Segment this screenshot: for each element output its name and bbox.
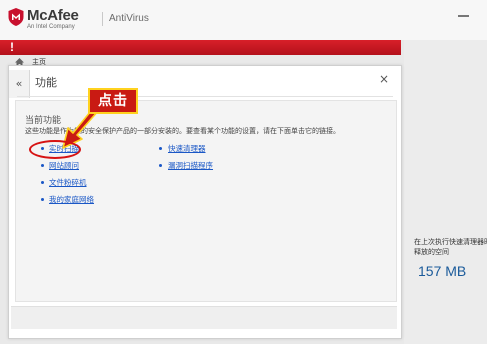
bullet-icon: [159, 164, 162, 167]
sidebar: [404, 40, 487, 344]
freed-space-value: 157 MB: [418, 263, 467, 279]
bullet-icon: [41, 164, 44, 167]
bullet-icon: [41, 181, 44, 184]
panel-footer: [11, 306, 397, 329]
link-vulnerability-scanner[interactable]: 漏洞扫描程序: [168, 160, 213, 171]
freed-space-line1: 在上次执行快速清理器时: [414, 238, 487, 246]
alert-exclamation-icon: !: [10, 40, 14, 54]
panel-title: 功能: [35, 76, 57, 89]
alert-bar[interactable]: !: [0, 40, 401, 55]
tutorial-callout: 点击: [88, 88, 138, 114]
link-quick-clean[interactable]: 快速清理器: [168, 143, 206, 154]
highlight-ellipse: [29, 140, 81, 159]
link-file-shredder[interactable]: 文件粉碎机: [49, 177, 87, 188]
freed-space-line2: 释放的空间: [414, 248, 449, 256]
freed-space-text: 在上次执行快速清理器时 释放的空间: [414, 237, 487, 257]
mcafee-logo: McAfee An Intel Company: [8, 8, 79, 30]
brand-subtitle: An Intel Company: [27, 24, 75, 30]
section-description: 这些功能是作为您的安全保护产品的一部分安装的。要查看某个功能的设置，请在下面单击…: [25, 127, 340, 135]
section-heading: 当前功能: [25, 116, 62, 126]
features-panel: « 功能 × 当前功能 这些功能是作为您的安全保护产品的一部分安装的。要查看某个…: [8, 65, 402, 339]
link-home-network[interactable]: 我的家庭网络: [49, 194, 94, 205]
bullet-icon: [41, 198, 44, 201]
link-site-advisor[interactable]: 网站顾问: [49, 160, 79, 171]
title-bar: McAfee An Intel Company AntiVirus: [0, 0, 487, 40]
product-name: AntiVirus: [109, 13, 149, 24]
panel-divider: [17, 96, 393, 97]
title-divider: [102, 12, 103, 26]
brand-name: McAfee: [27, 7, 79, 24]
close-button[interactable]: ×: [379, 72, 389, 86]
bullet-icon: [159, 147, 162, 150]
mcafee-shield-icon: [8, 8, 24, 26]
features-content: 当前功能 这些功能是作为您的安全保护产品的一部分安装的。要查看某个功能的设置，请…: [15, 100, 397, 302]
minimize-button[interactable]: [457, 7, 471, 21]
back-button[interactable]: «: [9, 70, 30, 98]
